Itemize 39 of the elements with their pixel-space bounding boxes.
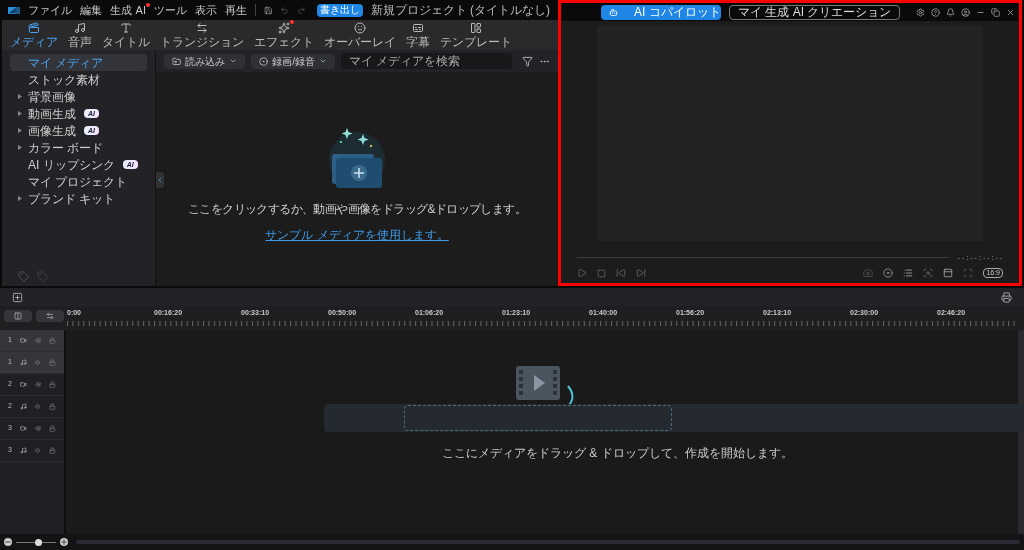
sidebar-item-label: ブランド キット [28,190,116,208]
sidebar-item-label: カラー ボード [28,139,104,157]
sidebar-item[interactable]: マイ メディア [10,54,148,71]
record-button[interactable]: 録画/録音 [251,53,335,69]
category-tab[interactable]: 字幕 [406,22,430,48]
export-button[interactable]: 書き出し [317,3,363,17]
sidebar-item[interactable]: ストック素材 [10,71,148,88]
menu-item[interactable]: 再生 [224,4,247,16]
category-tab[interactable]: エフェクト [254,22,314,48]
category-tab[interactable]: タイトル [102,22,150,48]
search-field[interactable]: マイ メディアを検索 [341,53,512,69]
sidebar-item-label: マイ プロジェクト [28,173,128,191]
project-title: 新規プロジェクト (タイトルなし) [370,2,550,19]
sidebar-item-label: 画像生成 [28,122,76,140]
sidebar-item[interactable]: ブランド キット [10,190,148,207]
menu-item[interactable]: 生成 AI [110,4,146,16]
category-tab[interactable]: メディア [10,22,58,48]
timeline-empty-text: ここにメディアをドラッグ & ドロップして、作成を開始します。 [442,446,793,460]
sidebar-item[interactable]: マイ プロジェクト [10,173,148,190]
sidebar-item-label: ストック素材 [28,71,100,89]
sidebar-item-label: 背景画像 [28,88,76,106]
sidebar-item-label: マイ メディア [28,54,104,72]
sidebar-item-label: 動画生成 [28,105,76,123]
sidebar-item[interactable]: 背景画像 [10,88,148,105]
ai-creations-button[interactable]: マイ 生成 AI クリエーション [729,4,901,20]
category-tab[interactable]: 音声 [68,22,92,48]
category-tab[interactable]: オーバーレイ [324,22,396,48]
menu-item[interactable]: ファイル [28,4,73,16]
ai-copilot-button[interactable]: AI コパイロット [601,4,721,20]
import-button[interactable]: 読み込み [164,53,246,69]
category-tab[interactable]: トランジション [160,22,244,48]
menu-item[interactable]: 編集 [80,4,103,16]
media-empty-text: ここをクリックするか、動画や画像をドラッグ&ドロップします。 [188,201,527,218]
sample-media-link[interactable]: サンプル メディアを使用します。 [265,226,449,244]
sidebar-item[interactable]: カラー ボード [10,139,148,156]
sidebar-item-label: AI リップシンク [28,156,115,174]
menu-item[interactable]: 表示 [194,4,217,16]
menu-item[interactable]: ツール [153,4,187,16]
category-tab[interactable]: テンプレート [440,22,512,48]
